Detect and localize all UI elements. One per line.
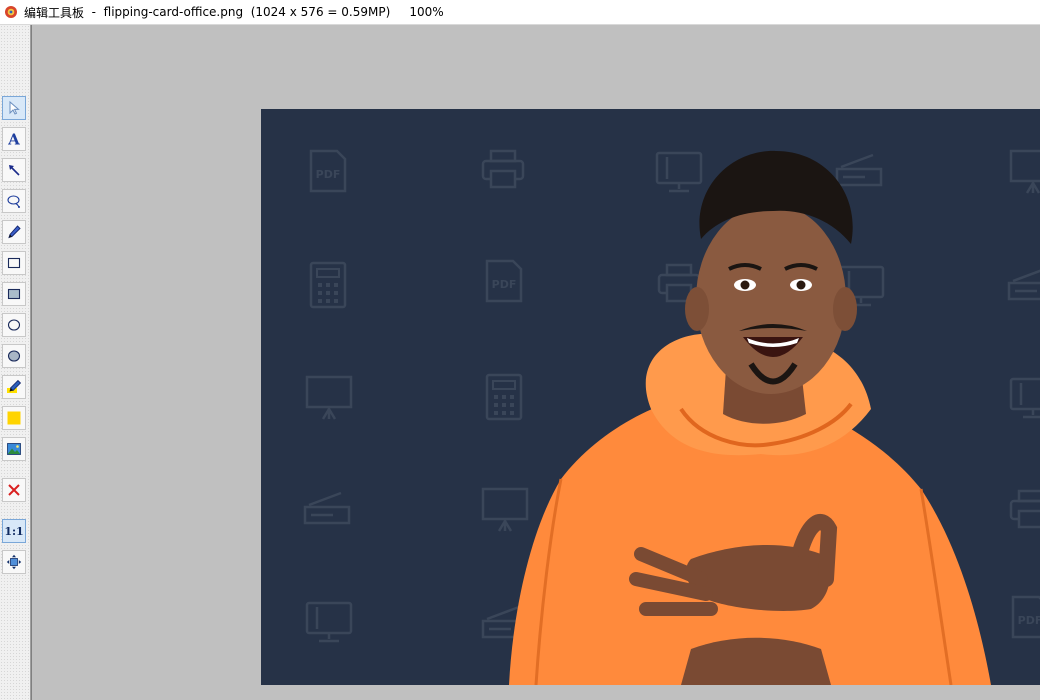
filled-ellipse-tool-button[interactable] [2,344,26,368]
smiling-man-photo [509,150,991,685]
image-info: (1024 x 576 = 0.59MP) [250,5,391,19]
ellipse-tool-button[interactable] [2,313,26,337]
rectangle-tool-button[interactable] [2,251,26,275]
fit-window-button[interactable] [2,550,26,574]
cursor-arrow-icon [9,100,20,115]
text-A-icon: A [7,131,20,147]
canvas-area[interactable]: PDF [31,25,1040,700]
ellipse-outline-icon [7,319,21,331]
pencil-tool-button[interactable] [2,220,26,244]
svg-text:A: A [7,131,20,147]
app-name: 编辑工具板 [24,5,85,20]
select-tool-button[interactable] [2,96,26,120]
ellipse-filled-icon [7,350,21,362]
yellow-swatch-icon [7,411,21,425]
red-x-icon [8,484,20,496]
file-name: flipping-card-office.png [103,5,244,19]
lasso-tool-button[interactable] [2,189,26,213]
delete-tool-button[interactable] [2,478,26,502]
highlighter-icon [7,379,22,393]
arrow-icon [9,165,20,176]
rectangle-filled-icon [7,288,21,300]
insert-image-tool-button[interactable] [2,437,26,461]
image-canvas[interactable]: PDF [261,109,1040,685]
fit-arrows-icon [6,554,22,570]
filled-rectangle-tool-button[interactable] [2,282,26,306]
actual-size-label: 1:1 [4,524,24,538]
actual-size-button[interactable]: 1:1 [2,519,26,543]
app-icon [4,5,18,19]
tool-palette: A 1:1 [0,25,31,700]
highlighter-tool-button[interactable] [2,375,26,399]
pencil-icon [8,225,21,239]
lasso-icon [7,195,20,208]
rectangle-outline-icon [7,257,21,269]
arrow-tool-button[interactable] [2,158,26,182]
title-bar: 编辑工具板 - flipping-card-office.png (1024 x… [0,0,1040,25]
text-tool-button[interactable]: A [2,127,26,151]
zoom-level: 100% [409,5,444,19]
color-picker-button[interactable] [2,406,26,430]
image-icon [7,443,21,455]
